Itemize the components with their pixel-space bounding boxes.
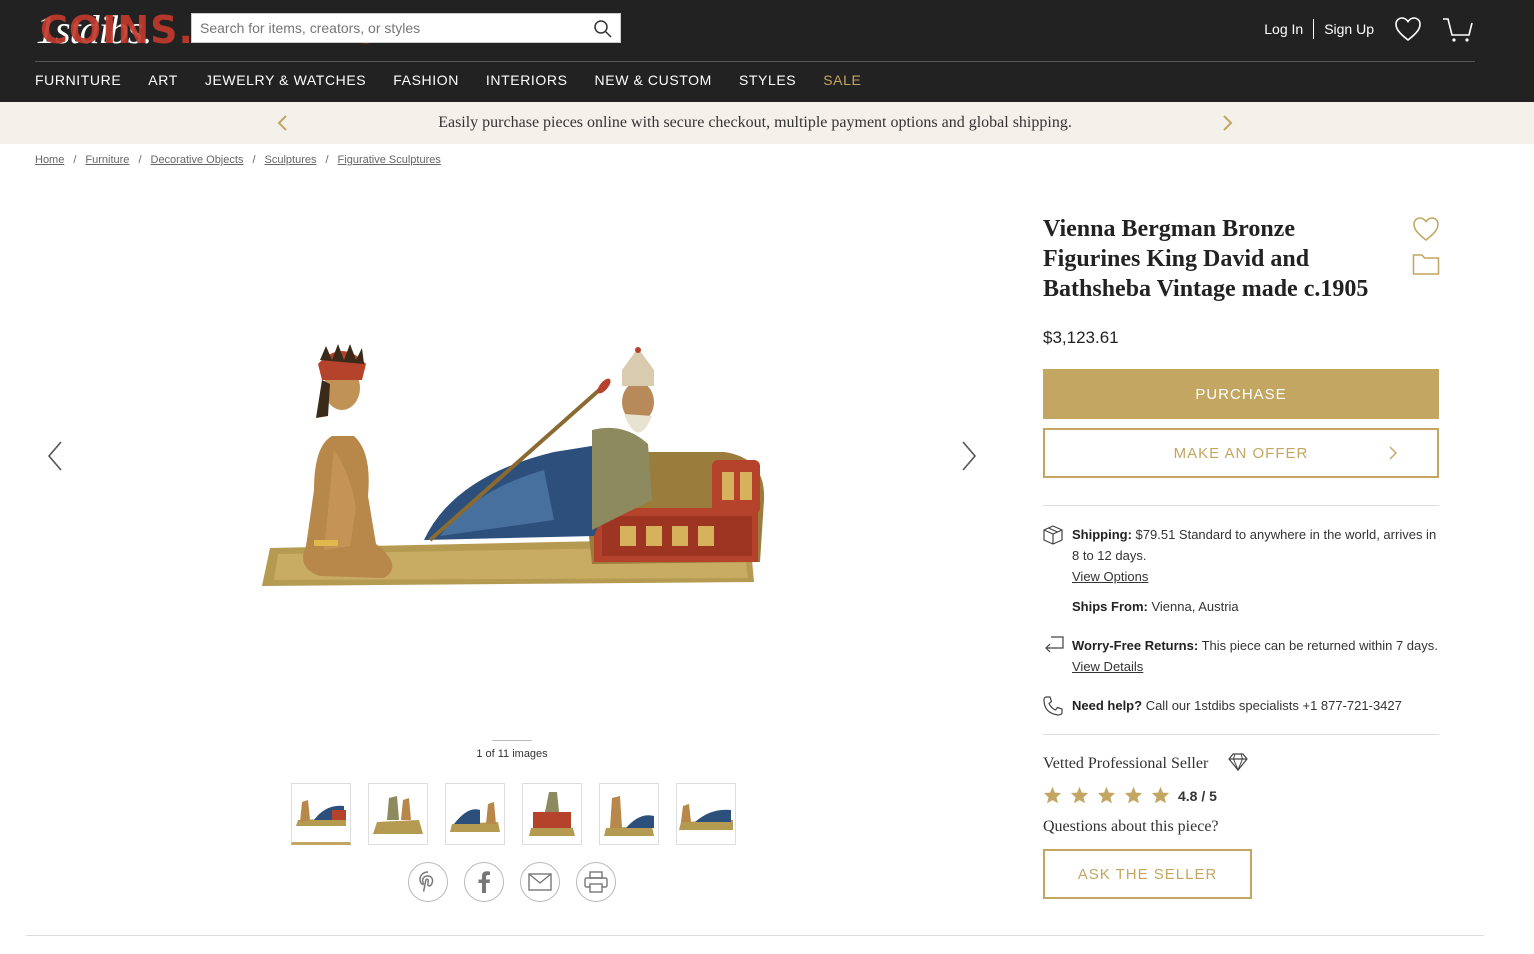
gallery-next-icon[interactable]	[960, 440, 978, 477]
promo-banner: Easily purchase pieces online with secur…	[0, 102, 1534, 144]
diamond-icon	[1228, 753, 1248, 776]
vetted-seller-label: Vetted Professional Seller	[1043, 755, 1209, 772]
shipping-label: Shipping:	[1072, 527, 1132, 542]
phone-icon	[1043, 696, 1063, 721]
breadcrumb-separator: /	[138, 154, 142, 166]
thumbnail[interactable]	[291, 783, 351, 845]
account-links: Log In Sign Up	[1264, 14, 1474, 44]
view-details-link[interactable]: View Details	[1072, 659, 1143, 674]
thumbnail[interactable]	[522, 783, 582, 845]
section-divider	[1043, 505, 1439, 506]
nav-furniture[interactable]: FURNITURE	[35, 72, 121, 88]
product-main-image[interactable]	[254, 340, 770, 592]
header-divider	[35, 61, 1475, 62]
thumbnail[interactable]	[445, 783, 505, 845]
help-info: Need help? Call our 1stdibs specialists …	[1072, 695, 1438, 716]
promo-text: Easily purchase pieces online with secur…	[438, 114, 1072, 131]
shipping-box-icon	[1043, 525, 1063, 550]
returns-arrow-icon	[1043, 636, 1065, 659]
help-text: Call our 1stdibs specialists +1 877-721-…	[1142, 698, 1402, 713]
star-icon	[1097, 786, 1116, 804]
thumbnail[interactable]	[599, 783, 659, 845]
breadcrumb-figurative-sculptures[interactable]: Figurative Sculptures	[338, 154, 441, 166]
product-price: $3,123.61	[1043, 328, 1119, 347]
breadcrumb-separator: /	[252, 154, 256, 166]
breadcrumb-decorative-objects[interactable]: Decorative Objects	[151, 154, 244, 166]
gallery-prev-icon[interactable]	[46, 440, 64, 477]
star-icon	[1043, 786, 1062, 804]
seller-rating-stars	[1043, 786, 1170, 804]
star-icon	[1151, 786, 1170, 804]
main-nav: FURNITURE ART JEWELRY & WATCHES FASHION …	[35, 72, 861, 88]
breadcrumb-home[interactable]: Home	[35, 154, 64, 166]
breadcrumb-separator: /	[73, 154, 77, 166]
pinterest-icon[interactable]	[408, 862, 448, 902]
thumbnail[interactable]	[676, 783, 736, 845]
ships-from-label: Ships From:	[1072, 599, 1148, 614]
ships-from-value: Vienna, Austria	[1147, 599, 1239, 614]
heart-icon[interactable]	[1394, 16, 1422, 42]
nav-interiors[interactable]: INTERIORS	[486, 72, 568, 88]
thumbnail-strip	[291, 783, 736, 845]
make-offer-label: MAKE AN OFFER	[1173, 444, 1309, 462]
thumbnail[interactable]	[368, 783, 428, 845]
nav-jewelry-watches[interactable]: JEWELRY & WATCHES	[205, 72, 366, 88]
view-options-link[interactable]: View Options	[1072, 569, 1148, 584]
section-divider	[1043, 734, 1439, 735]
share-buttons	[408, 862, 616, 902]
chevron-right-icon	[1389, 446, 1397, 464]
login-link[interactable]: Log In	[1264, 21, 1303, 37]
shipping-info: Shipping: $79.51 Standard to anywhere in…	[1072, 524, 1438, 587]
print-icon[interactable]	[576, 862, 616, 902]
favorite-heart-icon[interactable]	[1412, 216, 1440, 247]
returns-text: This piece can be returned within 7 days…	[1198, 638, 1438, 653]
breadcrumb-sculptures[interactable]: Sculptures	[265, 154, 317, 166]
search-bar	[191, 13, 621, 43]
breadcrumb-furniture[interactable]: Furniture	[85, 154, 129, 166]
star-icon	[1124, 786, 1143, 804]
returns-info: Worry-Free Returns: This piece can be re…	[1072, 635, 1438, 677]
seller-rating: 4.8 / 5	[1178, 788, 1217, 804]
star-icon	[1070, 786, 1089, 804]
divider	[1313, 19, 1315, 39]
email-icon[interactable]	[520, 862, 560, 902]
nav-art[interactable]: ART	[148, 72, 178, 88]
returns-label: Worry-Free Returns:	[1072, 638, 1199, 653]
questions-label: Questions about this piece?	[1043, 818, 1219, 835]
signup-link[interactable]: Sign Up	[1324, 21, 1374, 37]
counter-divider	[492, 740, 532, 741]
folder-icon[interactable]	[1412, 252, 1440, 281]
ships-from-info: Ships From: Vienna, Austria	[1072, 596, 1438, 617]
nav-styles[interactable]: STYLES	[739, 72, 796, 88]
help-label: Need help?	[1072, 698, 1143, 713]
nav-sale[interactable]: SALE	[823, 72, 861, 88]
purchase-button[interactable]: PURCHASE	[1043, 369, 1439, 419]
nav-new-custom[interactable]: NEW & CUSTOM	[595, 72, 712, 88]
search-icon[interactable]	[592, 18, 614, 40]
footer-divider	[26, 935, 1484, 936]
facebook-icon[interactable]	[464, 862, 504, 902]
search-input[interactable]	[192, 14, 582, 42]
image-counter: 1 of 11 images	[476, 748, 548, 760]
ask-seller-button[interactable]: ASK THE SELLER	[1043, 849, 1252, 899]
site-header: 1stdibs. COINS.LAVE.RU Log In Sign Up FU…	[0, 0, 1534, 102]
breadcrumb: Home / Furniture / Decorative Objects / …	[35, 154, 441, 166]
make-offer-button[interactable]: MAKE AN OFFER	[1043, 428, 1439, 478]
product-title: Vienna Bergman Bronze Figurines King Dav…	[1043, 216, 1369, 302]
nav-fashion[interactable]: FASHION	[393, 72, 459, 88]
breadcrumb-separator: /	[325, 154, 329, 166]
promo-next-icon[interactable]	[1222, 114, 1234, 137]
cart-icon[interactable]	[1442, 15, 1474, 43]
